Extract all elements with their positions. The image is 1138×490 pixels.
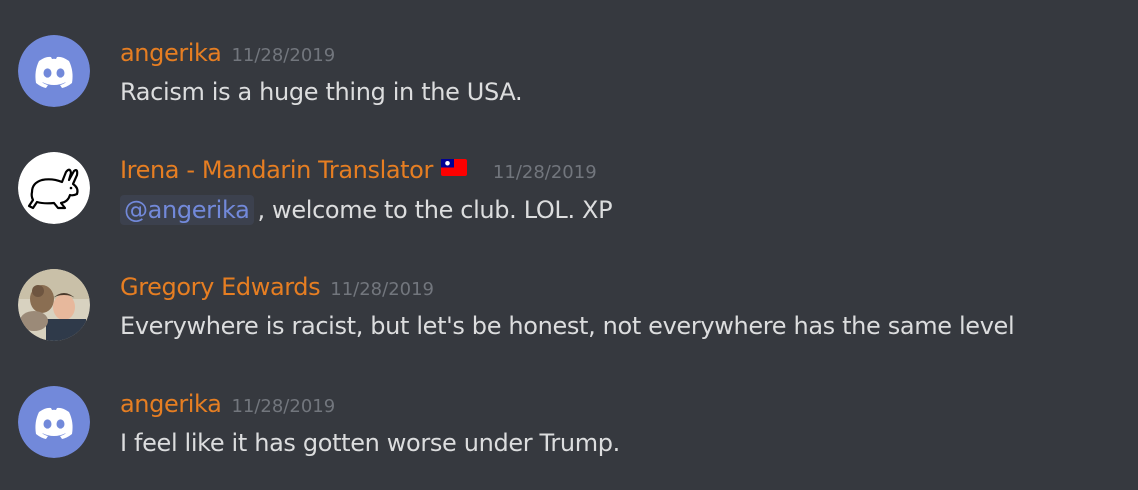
message-item: Gregory Edwards 11/28/2019 Everywhere is …: [0, 234, 1138, 341]
message-item: angerika 11/28/2019 Racism is a huge thin…: [0, 0, 1138, 107]
message-text: Racism is a huge thing in the USA.: [120, 78, 523, 106]
timestamp[interactable]: 11/28/2019: [231, 396, 335, 417]
message-item: Irena - Mandarin Translator 11/28/2019 @a…: [0, 117, 1138, 225]
username[interactable]: Irena - Mandarin Translator: [120, 156, 433, 184]
username[interactable]: angerika: [120, 39, 222, 67]
discord-default-avatar-icon: [18, 386, 90, 458]
user-mention[interactable]: @angerika: [120, 195, 254, 225]
taiwan-flag-icon: [440, 159, 467, 180]
timestamp[interactable]: 11/28/2019: [231, 45, 335, 66]
avatar[interactable]: [18, 35, 90, 107]
message-text: I feel like it has gotten worse under Tr…: [120, 429, 620, 457]
message-text: Everywhere is racist, but let's be hones…: [120, 312, 1015, 340]
discord-default-avatar-icon: [18, 35, 90, 107]
avatar[interactable]: [18, 386, 90, 458]
timestamp[interactable]: 11/28/2019: [330, 279, 434, 300]
message-body: , welcome to the club. LOL. XP: [257, 196, 613, 224]
avatar[interactable]: [18, 269, 90, 341]
username[interactable]: Gregory Edwards: [120, 273, 321, 301]
photo-avatar-icon: [18, 269, 90, 341]
username[interactable]: angerika: [120, 390, 222, 418]
timestamp[interactable]: 11/28/2019: [493, 162, 597, 183]
message-text: @angerika, welcome to the club. LOL. XP: [120, 195, 613, 225]
message-item: angerika 11/28/2019 I feel like it has go…: [0, 351, 1138, 458]
rabbit-avatar-icon: [18, 152, 90, 224]
avatar[interactable]: [18, 152, 90, 224]
